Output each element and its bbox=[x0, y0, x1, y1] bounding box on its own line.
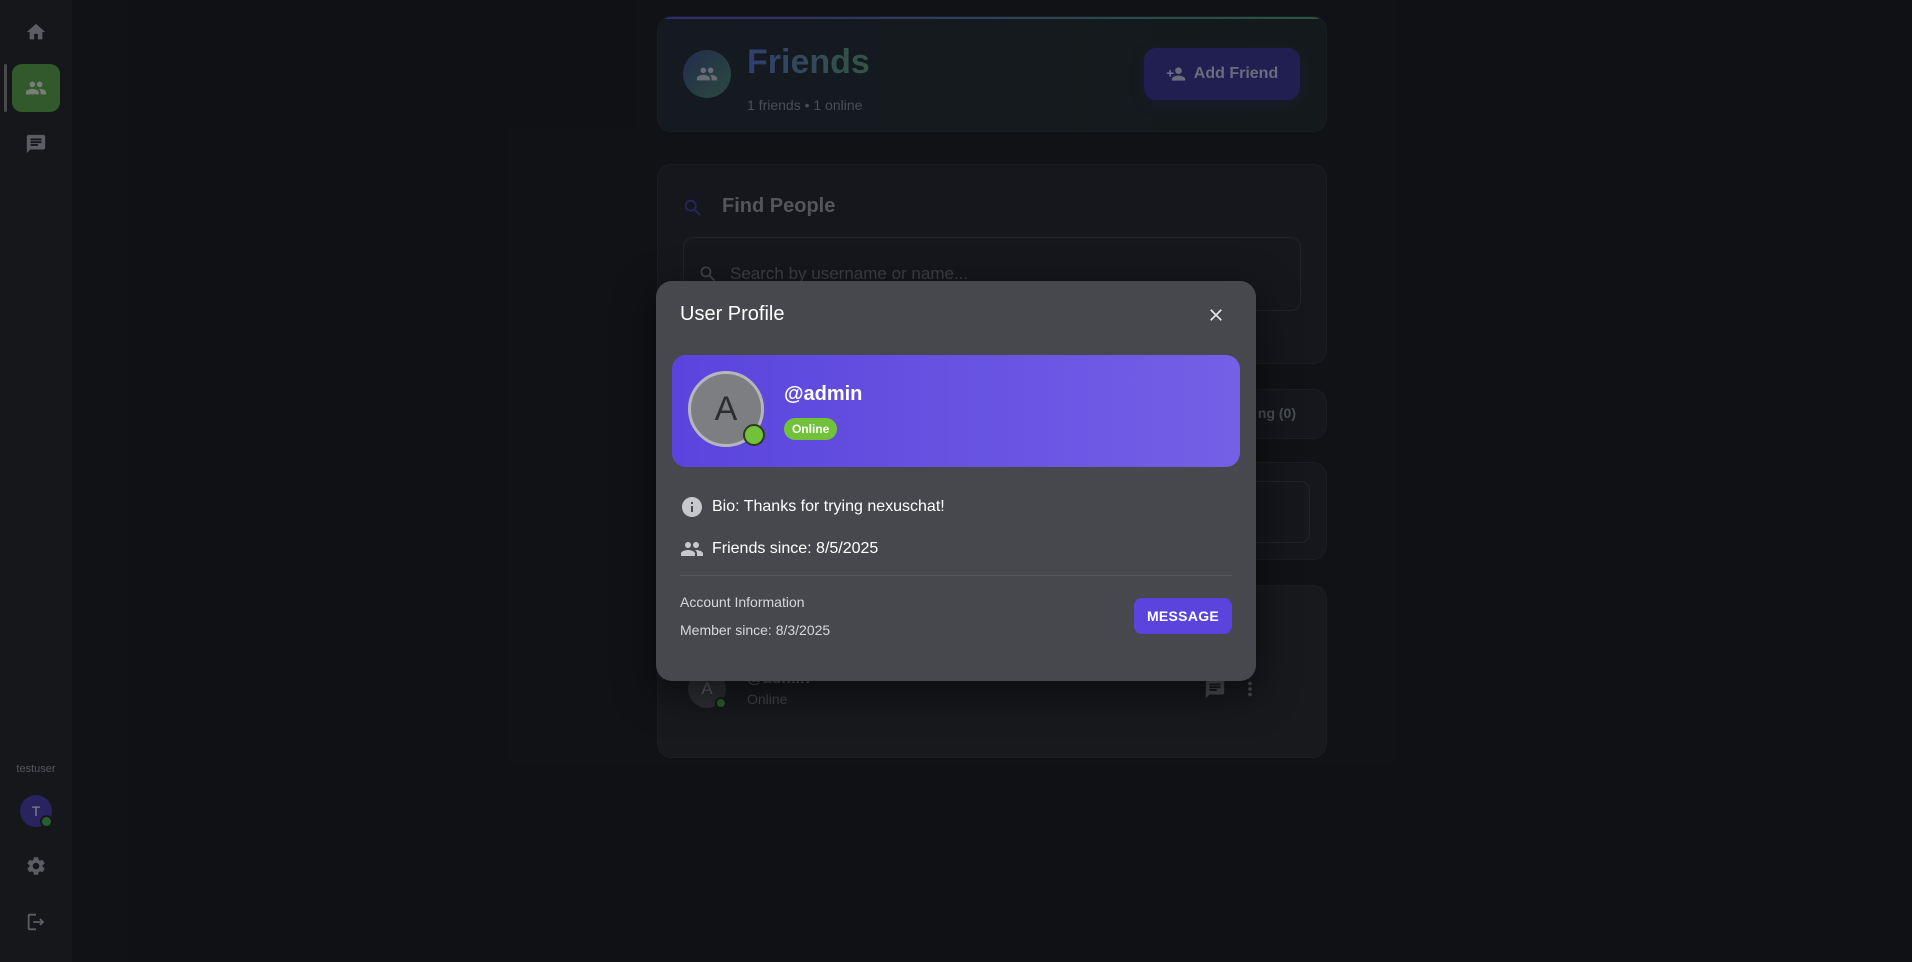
info-icon bbox=[682, 497, 702, 517]
profile-handle: @admin bbox=[784, 383, 863, 405]
close-icon bbox=[1210, 309, 1222, 321]
profile-banner: A @admin Online bbox=[672, 355, 1240, 467]
bio-text: Bio: Thanks for trying nexuschat! bbox=[712, 498, 945, 515]
member-since: Member since: 8/3/2025 bbox=[680, 622, 831, 638]
bio-row: Bio: Thanks for trying nexuschat! bbox=[680, 495, 945, 519]
friends-since-text: Friends since: 8/5/2025 bbox=[712, 540, 879, 557]
account-info-label: Account Information bbox=[680, 594, 805, 610]
online-indicator bbox=[743, 424, 765, 446]
friends-icon bbox=[681, 542, 703, 556]
profile-avatar-initial: A bbox=[714, 389, 738, 428]
user-profile-dialog: User Profile A @admin Online Bio: Thanks… bbox=[656, 281, 1256, 681]
message-button[interactable]: MESSAGE bbox=[1134, 598, 1232, 634]
profile-avatar: A bbox=[688, 371, 765, 447]
friends-since-row: Friends since: 8/5/2025 bbox=[680, 537, 878, 561]
close-button[interactable] bbox=[1202, 301, 1230, 329]
status-badge: Online bbox=[784, 418, 838, 440]
dialog-title: User Profile bbox=[680, 303, 785, 325]
divider bbox=[680, 575, 1232, 576]
